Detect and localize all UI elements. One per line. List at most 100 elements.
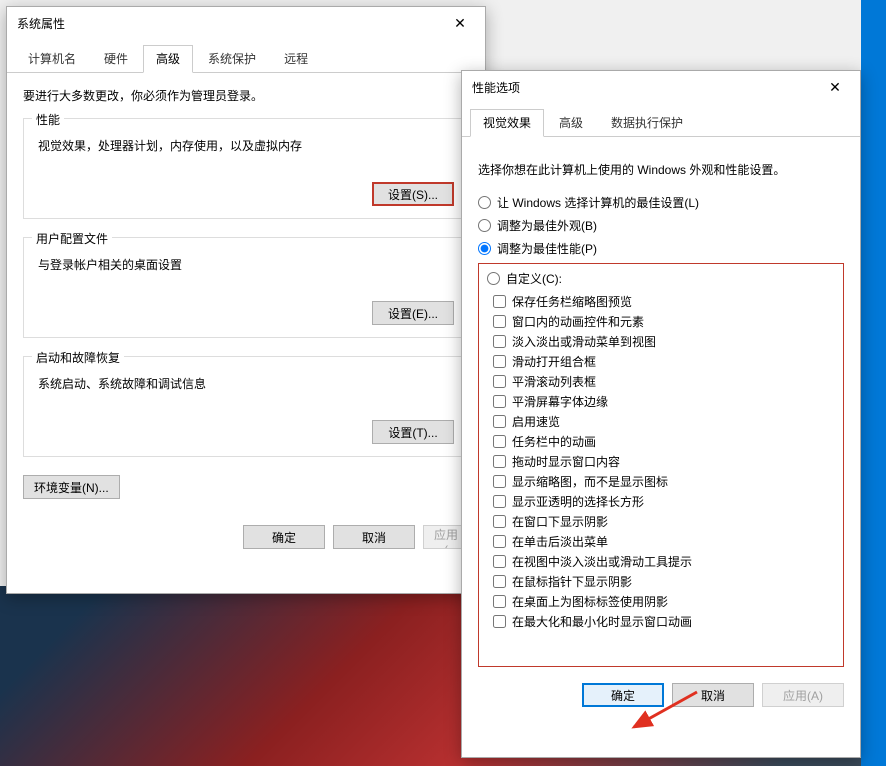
- checkbox-label: 保存任务栏缩略图预览: [512, 293, 632, 310]
- ok-button[interactable]: 确定: [582, 683, 664, 707]
- user-profiles-settings-button[interactable]: 设置(E)...: [372, 301, 454, 325]
- checkbox-input[interactable]: [493, 535, 506, 548]
- group-desc: 与登录帐户相关的桌面设置: [38, 256, 454, 273]
- visual-effect-item[interactable]: 拖动时显示窗口内容: [493, 453, 835, 470]
- footer: 确定 取消 应用(: [7, 513, 485, 561]
- tab-system-protection[interactable]: 系统保护: [195, 45, 269, 72]
- checkbox-label: 在鼠标指针下显示阴影: [512, 573, 632, 590]
- radio-auto[interactable]: 让 Windows 选择计算机的最佳设置(L): [478, 194, 844, 211]
- checkbox-input[interactable]: [493, 615, 506, 628]
- checkbox-input[interactable]: [493, 455, 506, 468]
- checkbox-input[interactable]: [493, 355, 506, 368]
- checkbox-input[interactable]: [493, 575, 506, 588]
- performance-options-dialog: 性能选项 ✕ 视觉效果 高级 数据执行保护 选择你想在此计算机上使用的 Wind…: [461, 70, 861, 758]
- tab-visual-effects[interactable]: 视觉效果: [470, 109, 544, 137]
- visual-effect-item[interactable]: 在单击后淡出菜单: [493, 533, 835, 550]
- footer: 确定 取消 应用(A): [462, 671, 860, 719]
- visual-effect-item[interactable]: 平滑滚动列表框: [493, 373, 835, 390]
- cancel-button[interactable]: 取消: [333, 525, 415, 549]
- close-icon[interactable]: ✕: [445, 13, 475, 33]
- visual-effect-item[interactable]: 平滑屏幕字体边缘: [493, 393, 835, 410]
- checkbox-label: 平滑滚动列表框: [512, 373, 596, 390]
- visual-effect-item[interactable]: 滑动打开组合框: [493, 353, 835, 370]
- visual-effect-item[interactable]: 窗口内的动画控件和元素: [493, 313, 835, 330]
- body: 选择你想在此计算机上使用的 Windows 外观和性能设置。 让 Windows…: [462, 137, 860, 671]
- dialog-title-text: 性能选项: [472, 79, 520, 96]
- apply-button[interactable]: 应用(A): [762, 683, 844, 707]
- radio-label: 调整为最佳外观(B): [497, 217, 597, 234]
- titlebar: 性能选项 ✕: [462, 71, 860, 103]
- checkbox-label: 启用速览: [512, 413, 560, 430]
- checkbox-input[interactable]: [493, 475, 506, 488]
- checkbox-label: 显示缩略图，而不是显示图标: [512, 473, 668, 490]
- tab-computer-name[interactable]: 计算机名: [15, 45, 89, 72]
- radio-input[interactable]: [478, 196, 491, 209]
- visual-effect-item[interactable]: 任务栏中的动画: [493, 433, 835, 450]
- checkbox-input[interactable]: [493, 395, 506, 408]
- performance-settings-button[interactable]: 设置(S)...: [372, 182, 454, 206]
- group-user-profiles: 用户配置文件 与登录帐户相关的桌面设置 设置(E)...: [23, 237, 469, 338]
- system-properties-dialog: 系统属性 ✕ 计算机名 硬件 高级 系统保护 远程 要进行大多数更改，你必须作为…: [6, 6, 486, 594]
- environment-variables-button[interactable]: 环境变量(N)...: [23, 475, 120, 499]
- radio-custom[interactable]: 自定义(C):: [487, 270, 835, 287]
- tab-hardware[interactable]: 硬件: [91, 45, 141, 72]
- group-legend: 性能: [32, 111, 64, 128]
- radio-best-appearance[interactable]: 调整为最佳外观(B): [478, 217, 844, 234]
- visual-effect-item[interactable]: 启用速览: [493, 413, 835, 430]
- body: 要进行大多数更改，你必须作为管理员登录。 性能 视觉效果，处理器计划，内存使用，…: [7, 73, 485, 513]
- checkbox-label: 窗口内的动画控件和元素: [512, 313, 644, 330]
- group-legend: 用户配置文件: [32, 230, 112, 247]
- checkbox-input[interactable]: [493, 415, 506, 428]
- checkbox-input[interactable]: [493, 555, 506, 568]
- radio-input[interactable]: [478, 242, 491, 255]
- visual-effect-item[interactable]: 在窗口下显示阴影: [493, 513, 835, 530]
- checkbox-input[interactable]: [493, 495, 506, 508]
- tab-advanced[interactable]: 高级: [143, 45, 193, 73]
- checkbox-input[interactable]: [493, 335, 506, 348]
- tab-remote[interactable]: 远程: [271, 45, 321, 72]
- close-icon[interactable]: ✕: [820, 77, 850, 97]
- group-startup-recovery: 启动和故障恢复 系统启动、系统故障和调试信息 设置(T)...: [23, 356, 469, 457]
- dialog-title-text: 系统属性: [17, 15, 65, 32]
- titlebar: 系统属性 ✕: [7, 7, 485, 39]
- visual-effect-item[interactable]: 在鼠标指针下显示阴影: [493, 573, 835, 590]
- checkbox-label: 显示亚透明的选择长方形: [512, 493, 644, 510]
- radio-label: 调整为最佳性能(P): [497, 240, 597, 257]
- intro-text: 要进行大多数更改，你必须作为管理员登录。: [23, 87, 469, 104]
- checkbox-input[interactable]: [493, 295, 506, 308]
- radio-input[interactable]: [487, 272, 500, 285]
- checkbox-label: 在最大化和最小化时显示窗口动画: [512, 613, 692, 630]
- startup-recovery-settings-button[interactable]: 设置(T)...: [372, 420, 454, 444]
- tab-advanced-2[interactable]: 高级: [546, 109, 596, 136]
- checkbox-label: 在窗口下显示阴影: [512, 513, 608, 530]
- visual-effect-item[interactable]: 在桌面上为图标标签使用阴影: [493, 593, 835, 610]
- checkbox-label: 任务栏中的动画: [512, 433, 596, 450]
- visual-effect-item[interactable]: 在视图中淡入淡出或滑动工具提示: [493, 553, 835, 570]
- desktop-side: [861, 0, 886, 766]
- checkbox-input[interactable]: [493, 515, 506, 528]
- visual-effect-item[interactable]: 显示亚透明的选择长方形: [493, 493, 835, 510]
- radio-input[interactable]: [478, 219, 491, 232]
- group-desc: 视觉效果，处理器计划，内存使用，以及虚拟内存: [38, 137, 454, 154]
- radio-label: 自定义(C):: [506, 270, 562, 287]
- ok-button[interactable]: 确定: [243, 525, 325, 549]
- checkbox-input[interactable]: [493, 315, 506, 328]
- checkbox-input[interactable]: [493, 375, 506, 388]
- visual-effects-list: 保存任务栏缩略图预览窗口内的动画控件和元素淡入淡出或滑动菜单到视图滑动打开组合框…: [493, 293, 835, 630]
- visual-effect-item[interactable]: 显示缩略图，而不是显示图标: [493, 473, 835, 490]
- checkbox-label: 淡入淡出或滑动菜单到视图: [512, 333, 656, 350]
- visual-effect-item[interactable]: 在最大化和最小化时显示窗口动画: [493, 613, 835, 630]
- description-text: 选择你想在此计算机上使用的 Windows 外观和性能设置。: [478, 161, 844, 178]
- checkbox-input[interactable]: [493, 435, 506, 448]
- performance-options-tabs: 视觉效果 高级 数据执行保护: [462, 103, 860, 137]
- tab-dep[interactable]: 数据执行保护: [598, 109, 696, 136]
- group-desc: 系统启动、系统故障和调试信息: [38, 375, 454, 392]
- checkbox-input[interactable]: [493, 595, 506, 608]
- radio-best-performance[interactable]: 调整为最佳性能(P): [478, 240, 844, 257]
- visual-effect-item[interactable]: 淡入淡出或滑动菜单到视图: [493, 333, 835, 350]
- checkbox-label: 在单击后淡出菜单: [512, 533, 608, 550]
- group-legend: 启动和故障恢复: [32, 349, 124, 366]
- checkbox-label: 在视图中淡入淡出或滑动工具提示: [512, 553, 692, 570]
- cancel-button[interactable]: 取消: [672, 683, 754, 707]
- visual-effect-item[interactable]: 保存任务栏缩略图预览: [493, 293, 835, 310]
